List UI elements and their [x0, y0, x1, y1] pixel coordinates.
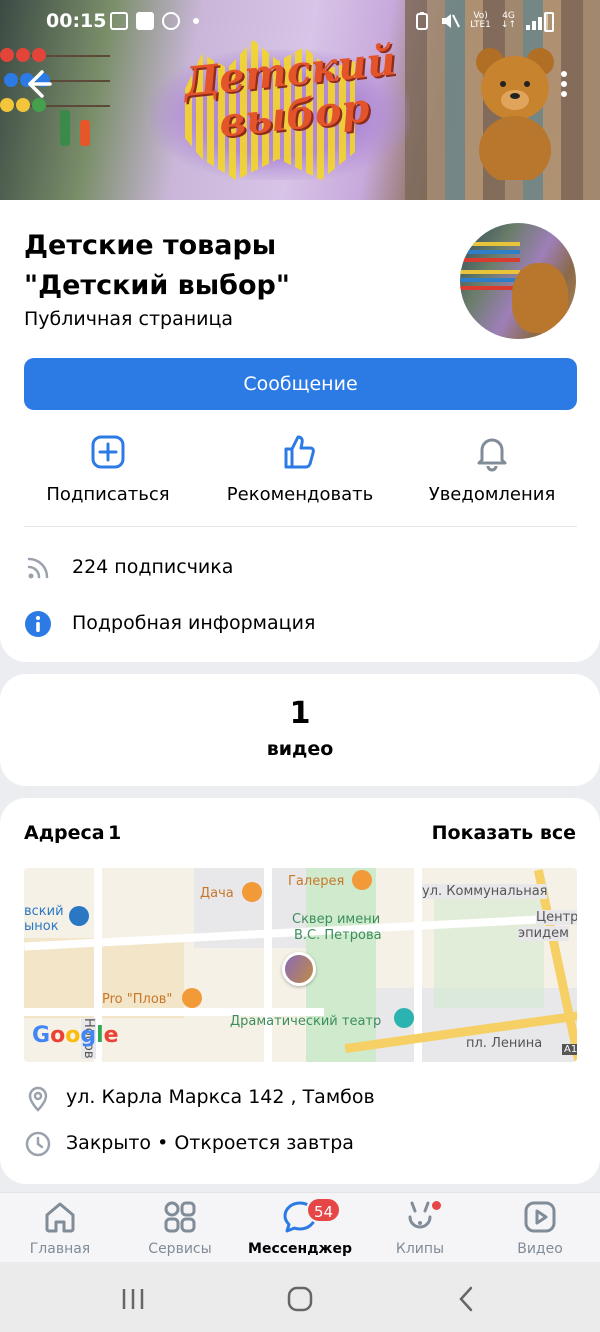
- bell-icon: [477, 438, 507, 472]
- clips-notification-dot: [432, 1201, 441, 1210]
- nav-home[interactable]: Главная: [0, 1199, 120, 1257]
- volte-indicator: Vo) LTE1: [470, 11, 491, 30]
- action-row: Подписаться Рекомендовать Уведомления: [0, 432, 600, 512]
- location-pin-icon: [28, 1086, 48, 1112]
- map-label-plov: Pro "Плов": [102, 992, 173, 1007]
- hours-row[interactable]: Закрыто • Откроется завтра: [24, 1124, 577, 1164]
- recommend-label: Рекомендовать: [226, 484, 374, 505]
- restaurant-pin-icon: [242, 882, 262, 902]
- map-label-square2: В.С. Петрова: [294, 928, 382, 943]
- cafe-pin-icon: [352, 870, 372, 890]
- nav-services[interactable]: Сервисы: [120, 1199, 240, 1257]
- map-label-theatre: Драматический театр: [230, 1014, 382, 1029]
- recommend-button[interactable]: Рекомендовать: [200, 432, 400, 505]
- message-button[interactable]: Сообщение: [24, 358, 577, 410]
- map-park: [434, 888, 544, 1008]
- video-icon: [524, 1201, 556, 1233]
- map-label-street: ул. Коммунальная: [422, 884, 548, 899]
- home-icon: [45, 1202, 75, 1233]
- status-time: 00:15: [46, 10, 107, 32]
- nav-services-label: Сервисы: [148, 1241, 212, 1257]
- google-logo: Google: [32, 1023, 119, 1048]
- videos-card[interactable]: 1 видео: [0, 674, 600, 786]
- avatar-bear: [512, 263, 568, 333]
- battery-icon: [544, 12, 554, 32]
- videos-label: видео: [266, 738, 334, 760]
- videos-count: 1: [289, 696, 311, 731]
- community-header-card: Детские товары "Детский выбор" Публичная…: [0, 200, 600, 662]
- addresses-card: Адреса 1 Показать все вский ынок Дача Га…: [0, 798, 600, 1184]
- theatre-pin-icon: [394, 1008, 414, 1028]
- battery-saver-icon: [416, 12, 429, 30]
- hours-text: Закрыто • Откроется завтра: [66, 1132, 354, 1154]
- info-icon: [25, 611, 51, 637]
- nav-video[interactable]: Видео: [480, 1199, 600, 1257]
- page-title: Детские товары "Детский выбор": [24, 230, 290, 301]
- network-type: 4G ↓↑: [500, 11, 516, 30]
- details-row[interactable]: Подробная информация: [24, 604, 577, 644]
- status-bar: 00:15 Vo) LTE1 4G ↓↑: [0, 0, 600, 42]
- details-label: Подробная информация: [72, 612, 316, 634]
- messenger-badge: 54: [306, 1197, 342, 1223]
- abacus-decoration: [0, 40, 120, 150]
- rss-icon: [27, 557, 49, 579]
- nav-video-label: Видео: [517, 1241, 563, 1257]
- back-arrow-icon[interactable]: [20, 66, 56, 102]
- home-button-icon[interactable]: [285, 1284, 315, 1314]
- subscribers-row[interactable]: 224 подписчика: [24, 548, 577, 588]
- page-type: Публичная страница: [24, 308, 234, 330]
- map-label-center: Центр: [536, 910, 577, 925]
- subscribe-label: Подписаться: [46, 484, 170, 505]
- sync-notification-icon: [162, 12, 180, 30]
- avatar[interactable]: [460, 223, 576, 339]
- sigma-notification-icon: [136, 12, 154, 30]
- map[interactable]: вский ынок Дача Галерея ул. Коммунальная…: [24, 868, 577, 1062]
- nav-home-label: Главная: [29, 1241, 91, 1257]
- more-notifications-icon: [193, 18, 199, 24]
- nav-messenger-label: Мессенджер: [248, 1241, 352, 1257]
- divider: [24, 526, 577, 527]
- status-indicators: Vo) LTE1 4G ↓↑: [414, 12, 550, 30]
- map-label-gallery: Галерея: [288, 874, 345, 889]
- location-marker[interactable]: [282, 952, 316, 986]
- clock-icon: [25, 1131, 51, 1157]
- map-label-dacha: Дача: [200, 886, 234, 901]
- address-row[interactable]: ул. Карла Маркса 142 , Тамбов: [24, 1078, 577, 1118]
- address-text: ул. Карла Маркса 142 , Тамбов: [66, 1086, 375, 1108]
- map-label-a1: A1: [562, 1044, 577, 1055]
- mute-icon: [442, 14, 461, 28]
- notifications-button[interactable]: Уведомления: [392, 432, 592, 505]
- notifications-label: Уведомления: [428, 484, 556, 505]
- restaurant-pin-icon: [182, 988, 202, 1008]
- recent-apps-icon[interactable]: [118, 1284, 148, 1314]
- subscribe-button[interactable]: Подписаться: [8, 432, 208, 505]
- map-label-square: Сквер имени: [292, 912, 381, 927]
- thumbs-up-icon: [284, 435, 315, 469]
- more-options-icon[interactable]: [552, 66, 576, 102]
- addresses-title: Адреса: [24, 822, 105, 844]
- map-label-market2: ынок: [24, 919, 59, 934]
- nav-messenger[interactable]: 54 Мессенджер: [240, 1197, 360, 1257]
- teddy-bear-image: [476, 48, 554, 180]
- map-label-market: вский: [24, 904, 64, 919]
- back-button-icon[interactable]: [452, 1284, 482, 1314]
- plus-square-icon: [91, 435, 125, 469]
- addresses-count: 1: [108, 822, 122, 844]
- show-all-link[interactable]: Показать все: [432, 822, 576, 844]
- nav-clips-label: Клипы: [395, 1241, 445, 1257]
- gallery-notification-icon: [110, 12, 128, 30]
- map-park: [306, 868, 376, 1062]
- bottom-navigation: Главная Сервисы 54 Мессенджер Клипы Виде…: [0, 1192, 600, 1262]
- system-navigation-bar: [0, 1262, 600, 1332]
- nav-clips[interactable]: Клипы: [360, 1199, 480, 1257]
- map-label-lenina: пл. Ленина: [466, 1036, 543, 1051]
- map-road: [264, 868, 272, 1062]
- shop-pin-icon: [69, 906, 89, 926]
- map-label-center2: эпидем: [518, 926, 569, 941]
- services-grid-icon: [164, 1201, 196, 1233]
- avatar-abacus: [460, 238, 520, 298]
- subscribers-count: 224 подписчика: [72, 556, 234, 578]
